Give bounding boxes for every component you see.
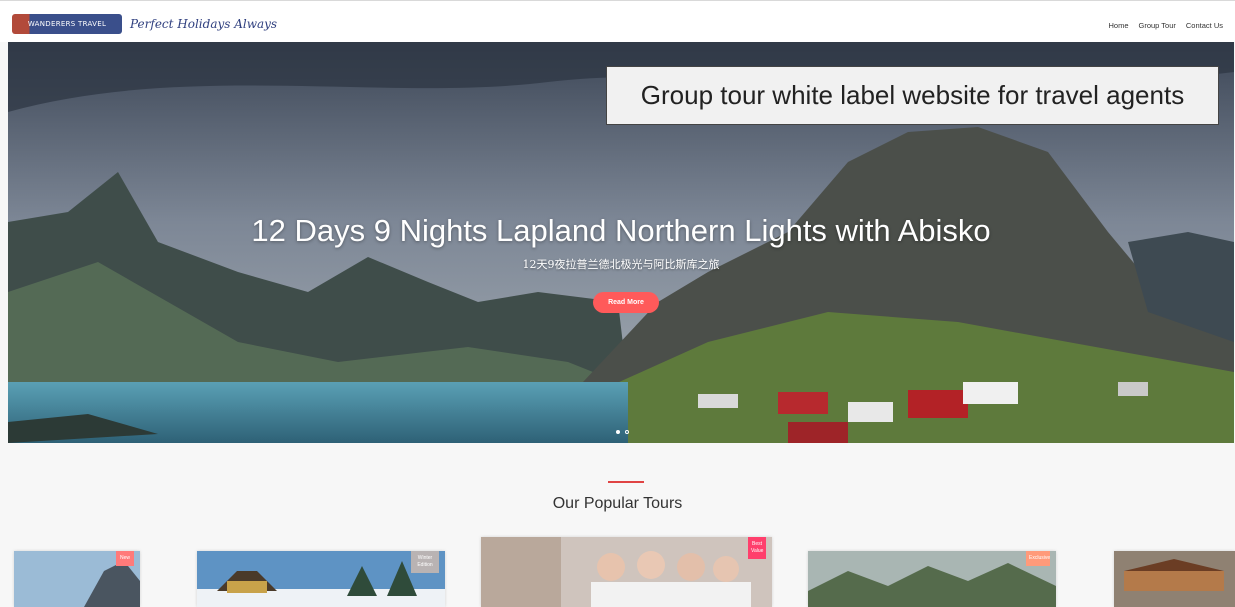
nav-contact-us[interactable]: Contact Us — [1186, 21, 1223, 30]
hero-title: 12 Days 9 Nights Lapland Northern Lights… — [251, 213, 991, 248]
hero-subtitle: 12天9夜拉普兰德北极光与阿比斯库之旅 — [522, 258, 720, 271]
tour-card-2-image — [197, 551, 445, 607]
popular-tours-title: Our Popular Tours — [552, 495, 683, 512]
annotation-box: Group tour white label website for trave… — [606, 66, 1219, 125]
logo-mark: WANDERERS TRAVEL — [12, 14, 122, 34]
read-more-button[interactable]: Read More — [593, 292, 659, 313]
annotation-text: Group tour white label website for trave… — [640, 80, 1185, 110]
slider-dots — [616, 430, 629, 434]
tour-card-3[interactable]: Best Value — [481, 537, 772, 607]
tour-card-5-image — [1114, 551, 1235, 607]
main-nav: Home Group Tour Contact Us — [1108, 21, 1223, 30]
logo-text: WANDERERS TRAVEL — [27, 20, 107, 28]
tour-card-4-image — [808, 551, 1056, 607]
tour-card-2[interactable]: Winter Edition — [197, 551, 445, 607]
site-logo[interactable]: WANDERERS TRAVEL Perfect Holidays Always — [12, 13, 277, 35]
hero-slider: Group tour white label website for trave… — [8, 42, 1234, 443]
tour-card-3-badge: Best Value — [748, 537, 766, 559]
tour-card-1-badge: New — [116, 551, 134, 566]
tour-card-2-badge: Winter Edition — [411, 551, 439, 573]
nav-home[interactable]: Home — [1108, 21, 1128, 30]
tour-card-4-badge: Exclusive — [1026, 551, 1050, 566]
slider-dot-1[interactable] — [616, 430, 620, 434]
tour-card-5[interactable] — [1114, 551, 1235, 607]
site-tagline: Perfect Holidays Always — [130, 17, 278, 31]
nav-group-tour[interactable]: Group Tour — [1139, 21, 1176, 30]
slider-dot-2[interactable] — [625, 430, 629, 434]
section-accent-line — [608, 481, 644, 483]
tour-card-4[interactable]: Exclusive — [808, 551, 1056, 607]
tour-card-3-image — [481, 537, 772, 607]
site-header: WANDERERS TRAVEL Perfect Holidays Always… — [0, 0, 1235, 42]
tour-card-1[interactable]: New — [14, 551, 140, 607]
